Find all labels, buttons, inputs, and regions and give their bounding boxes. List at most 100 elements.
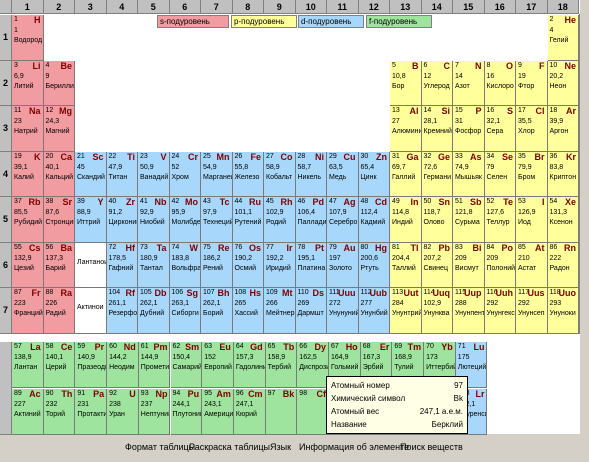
element-cell-tc[interactable]: 43 Tc 97,9 Технеций xyxy=(201,197,233,243)
element-cell-co[interactable]: 27 Co 58,9 Кобальт xyxy=(264,151,296,197)
element-cell-br[interactable]: 35 Br 79,9 Бром xyxy=(516,151,548,197)
element-cell-ni[interactable]: 28 Ni 58,7 Никель xyxy=(295,151,327,197)
element-cell-am[interactable]: 95 Am243,1 Америций xyxy=(202,388,234,435)
element-cell-ag[interactable]: 47 Ag 107,9 Серебро xyxy=(327,197,359,243)
element-cell-o[interactable]: 8 O 16 Кислоро xyxy=(484,60,516,106)
element-cell-p[interactable]: 15 P 31 Фосфор xyxy=(453,106,485,152)
element-cell-pb[interactable]: 82 Pb 207,2 Свинец xyxy=(421,242,453,288)
element-cell-uup[interactable]: 115 Uup 288 Унунпент xyxy=(453,288,485,334)
element-cell-cd[interactable]: 48 Cd 112,4 Кадмий xyxy=(358,197,390,243)
element-cell-uuu[interactable]: 111 Uuu 272 Унунуний xyxy=(327,288,359,334)
element-cell-ac[interactable]: 89 Ac 227 Актиний xyxy=(12,388,44,435)
element-cell-pt[interactable]: 78 Pt 195,1 Платина xyxy=(295,242,327,288)
element-cell-zn[interactable]: 30 Zn 65,4 Цинк xyxy=(358,151,390,197)
element-cell-in[interactable]: 49 In 114,8 Индий xyxy=(390,197,422,243)
element-cell-po[interactable]: 84 Po 209 Полоний xyxy=(484,242,516,288)
element-cell-ar[interactable]: 18 Ar 39,9 Аргон xyxy=(547,106,579,152)
element-cell-hs[interactable]: 108 Hs 265 Хассий xyxy=(232,288,264,334)
element-cell-pu[interactable]: 94 Pu 244,1 Плутоний xyxy=(170,388,203,435)
element-cell-tb[interactable]: 65 Tb 158,9 Тербий xyxy=(265,341,298,388)
element-cell-db[interactable]: 105 Db 262,1 Дубний xyxy=(138,288,170,334)
element-cell-pm[interactable]: 61 Pm 144,9 Прометий xyxy=(138,341,171,388)
element-cell-cu[interactable]: 29 Cu 63,5 Медь xyxy=(327,151,359,197)
element-cell-uub[interactable]: 112 Uub 277 Унунбий xyxy=(358,288,390,334)
element-cell-la[interactable]: 57 La 138,9 Лантан xyxy=(12,341,44,388)
element-cell-se[interactable]: 34 Se 79 Селен xyxy=(484,151,516,197)
element-cell-nb[interactable]: 41 Nb 92,9 Ниобий xyxy=(138,197,170,243)
menu-item[interactable]: Формат таблицы xyxy=(125,442,195,452)
element-cell-ne[interactable]: 10 Ne 20,2 Неон xyxy=(547,60,579,106)
element-cell-he[interactable]: 2 He 4 Гелий xyxy=(547,15,579,61)
element-cell-uus[interactable]: 117 Uus 292 Унунсеп xyxy=(516,288,548,334)
element-cell-mt[interactable]: 109 Mt 266 Мейтнер xyxy=(264,288,296,334)
element-cell-pr[interactable]: 59 Pr140,9 Празеодим xyxy=(75,341,108,388)
element-cell-uuq[interactable]: 114 Uuq 102,9 Унунква xyxy=(421,288,453,334)
element-cell-sn[interactable]: 50 Sn 118,7 Олово xyxy=(421,197,453,243)
element-cell-uut[interactable]: 113 Uut 284 Унунтрий xyxy=(390,288,422,334)
menu-item[interactable]: Информация об элементе xyxy=(299,442,409,452)
element-cell-kr[interactable]: 36 Kr 83,8 Криптон xyxy=(547,151,579,197)
element-cell-re[interactable]: 75 Re 186,2 Рений xyxy=(201,242,233,288)
element-cell-ra[interactable]: 88 Ra 226 Радий xyxy=(43,288,75,334)
element-cell-y[interactable]: 39 Y 88,9 Иттрий xyxy=(75,197,107,243)
element-cell-os[interactable]: 76 Os 190,2 Осмий xyxy=(232,242,264,288)
element-cell-ti[interactable]: 22 Ti 47,9 Титан xyxy=(106,151,138,197)
element-cell-uuh[interactable]: 116 Uuh 292 Унунгекс xyxy=(484,288,516,334)
element-cell-tl[interactable]: 81 Tl 204,4 Таллий xyxy=(390,242,422,288)
element-cell-li[interactable]: 3 Li 6,9 Литий xyxy=(12,60,44,106)
element-cell-ta[interactable]: 73 Ta 180,9 Тантал xyxy=(138,242,170,288)
element-cell-u[interactable]: 92 U 238 Уран xyxy=(107,388,139,435)
element-cell-gd[interactable]: 64 Gd157,3 Гадолиний xyxy=(233,341,266,388)
menu-item[interactable]: Раскраска таблицы xyxy=(189,442,270,452)
element-cell-cl[interactable]: 17 Cl 35,5 Хлор xyxy=(516,106,548,152)
element-cell-sc[interactable]: 21 Sc 45 Скандий xyxy=(75,151,107,197)
element-cell-h[interactable]: 1 H 1 Водород xyxy=(12,15,44,61)
element-cell-hg[interactable]: 80 Hg 200,6 Ртуть xyxy=(358,242,390,288)
element-cell-ir[interactable]: 77 Ir 192,2 Иридий xyxy=(264,242,296,288)
menu-item[interactable]: Поиск веществ xyxy=(400,442,463,452)
series-placeholder-cell[interactable]: Лантанои xyxy=(75,242,107,288)
element-cell-ga[interactable]: 31 Ga 69,7 Галлий xyxy=(390,151,422,197)
menu-item[interactable]: Язык xyxy=(270,442,291,452)
element-cell-cf[interactable]: 98 Cf xyxy=(297,388,329,435)
element-cell-ru[interactable]: 44 Ru 101,1 Рутений xyxy=(232,197,264,243)
element-cell-c[interactable]: 6 C 12 Углерод xyxy=(421,60,453,106)
element-cell-ba[interactable]: 56 Ba 137,3 Барий xyxy=(43,242,75,288)
element-cell-rf[interactable]: 104 Rf 261,1 Резерфо xyxy=(106,288,138,334)
element-cell-pd[interactable]: 46 Pd 106,4 Палладий xyxy=(295,197,327,243)
element-cell-mn[interactable]: 25 Mn 54,9 Марганец xyxy=(201,151,233,197)
element-cell-fe[interactable]: 26 Fe 55,8 Железо xyxy=(232,151,264,197)
element-cell-mo[interactable]: 42 Mo 95,9 Молибден xyxy=(169,197,201,243)
element-cell-sg[interactable]: 106 Sg 263,1 Сиборги xyxy=(169,288,201,334)
element-cell-pa[interactable]: 91 Pa231 Протактиний xyxy=(75,388,108,435)
element-cell-th[interactable]: 90 Th 232 Торий xyxy=(43,388,76,435)
element-cell-cr[interactable]: 24 Cr 52 Хром xyxy=(169,151,201,197)
element-cell-hf[interactable]: 72 Hf 178,5 Гафний xyxy=(106,242,138,288)
element-cell-ds[interactable]: 110 Ds 269 Дармшт xyxy=(295,288,327,334)
element-cell-au[interactable]: 79 Au 197 Золото xyxy=(327,242,359,288)
element-cell-fr[interactable]: 87 Fr 223 Франций xyxy=(12,288,44,334)
element-cell-ce[interactable]: 58 Ce 140,1 Церий xyxy=(43,341,76,388)
series-placeholder-cell[interactable]: Актинои xyxy=(75,288,107,334)
element-cell-ca[interactable]: 20 Ca 40,1 Кальций xyxy=(43,151,75,197)
element-cell-te[interactable]: 52 Te 127,6 Теллур xyxy=(484,197,516,243)
element-cell-b[interactable]: 5 B 10,8 Бор xyxy=(390,60,422,106)
element-cell-ge[interactable]: 32 Ge 72,6 Германи xyxy=(421,151,453,197)
element-cell-s[interactable]: 16 S 32,1 Сера xyxy=(484,106,516,152)
element-cell-np[interactable]: 93 Np 237 Нептуний xyxy=(138,388,171,435)
element-cell-n[interactable]: 7 N 14 Азот xyxy=(453,60,485,106)
element-cell-bi[interactable]: 83 Bi 209 Висмут xyxy=(453,242,485,288)
element-cell-si[interactable]: 14 Si 28,1 Кремний xyxy=(421,106,453,152)
element-cell-sb[interactable]: 51 Sb 121,8 Сурьма xyxy=(453,197,485,243)
element-cell-mg[interactable]: 12 Mg 24,3 Магний xyxy=(43,106,75,152)
element-cell-k[interactable]: 19 K 39,1 Калий xyxy=(12,151,44,197)
element-cell-nd[interactable]: 60 Nd 144,2 Неодим xyxy=(107,341,139,388)
element-cell-rn[interactable]: 86 Rn 222 Радон xyxy=(547,242,579,288)
element-cell-cm[interactable]: 96 Cm 247,1 Кюрий xyxy=(233,388,266,435)
element-cell-bh[interactable]: 107 Bh 262,1 Борий xyxy=(201,288,233,334)
element-cell-w[interactable]: 74 W183,8 Вольфрам xyxy=(169,242,201,288)
element-cell-sm[interactable]: 62 Sm 150,4 Самарий xyxy=(170,341,203,388)
element-cell-dy[interactable]: 66 Dy162,5 Диспрозий xyxy=(297,341,329,388)
element-cell-rb[interactable]: 37 Rb 85,5 Рубидий xyxy=(12,197,44,243)
element-cell-as[interactable]: 33 As 74,9 Мышьяк xyxy=(453,151,485,197)
